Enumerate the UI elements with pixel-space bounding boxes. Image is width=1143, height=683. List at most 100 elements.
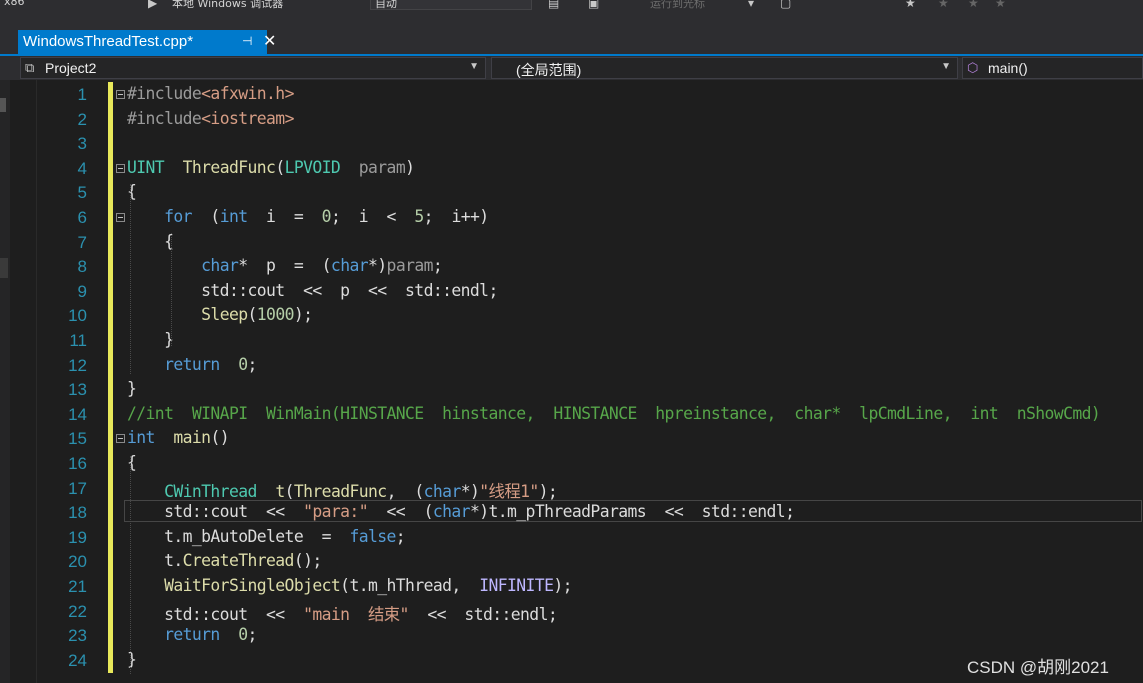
code-token: t. [127,551,183,571]
code-line[interactable]: 14 //int WINAPI WinMain(HINSTANCE hinstan… [10,401,1143,427]
line-number: 14 [68,404,87,424]
collapse-icon[interactable] [116,163,125,173]
change-indicator [108,303,113,329]
code-token: (t.m_hThread, [340,576,480,595]
line-number: 18 [68,503,87,523]
code-token: ( [284,481,295,501]
code-text: std::cout << "main 结束" << std::endl; [127,601,558,625]
run-to-cursor-label[interactable]: 运行到光标 [650,0,705,11]
code-line[interactable]: 6 for (int i = 0; i < 5; i++) [10,205,1143,230]
collapse-icon[interactable] [116,213,125,222]
code-line[interactable]: 17 CWinThread t(ThreadFunc, (char*)"线程1"… [10,475,1143,501]
change-indicator [108,131,113,157]
code-token: CreateThread [182,551,295,571]
code-editor[interactable]: 1 #include<afxwin.h> 2 #include<iostream> 3 4… [10,80,1143,683]
code-line[interactable]: 8 char* p = (char*)param; [10,254,1143,280]
tab-windowsthreadtest[interactable]: WindowsThreadTest.cpp* ⊣ ✕ [18,30,276,54]
code-token: int [127,428,155,448]
member-dropdown[interactable]: ⬡ main() [962,57,1143,79]
code-line[interactable]: 15 int main() [10,426,1143,452]
change-indicator [108,401,113,427]
chevron-down-icon: ▼ [469,61,479,72]
code-line[interactable]: 9 std::cout << p << std::endl; [10,278,1143,304]
change-indicator [108,451,113,476]
line-number: 10 [68,306,87,326]
code-line[interactable]: 16 { [10,451,1143,476]
code-token: *) [460,481,480,501]
code-token: *) [368,256,387,276]
change-indicator [108,574,113,599]
code-token: 0 [238,354,248,374]
code-token: ; i < [330,207,415,226]
code-line[interactable]: 5{ [10,180,1143,206]
line-number: 19 [68,527,87,547]
code-token: { [127,453,137,472]
code-token: std::cout << p << std::endl; [127,280,498,300]
code-line[interactable]: 4 UINT ThreadFunc(LPVOID param) [10,155,1143,181]
collapsed-panel-tab[interactable] [0,98,6,112]
bookmark-icon[interactable]: ★ [905,0,919,10]
code-token: #include [127,84,202,103]
tab-title: WindowsThreadTest.cpp* [23,33,194,50]
code-text: { [127,231,174,251]
code-token: ( [275,157,285,177]
change-indicator [108,500,113,526]
config-combo[interactable]: 自动 [370,0,532,10]
collapsed-panel-tab[interactable] [0,258,8,278]
scope-dropdown[interactable]: (全局范围) ▼ [491,57,958,79]
code-line[interactable]: 18 std::cout << "para:" << (char*)t.m_pT… [10,500,1143,526]
close-icon[interactable]: ✕ [263,31,276,50]
code-line[interactable]: 12 return 0; [10,352,1143,378]
bookmark-clear-icon[interactable]: ★ [995,0,1009,10]
code-text: Sleep(1000); [127,305,313,325]
code-token: t.m_bAutoDelete = [127,526,350,546]
pin-icon[interactable]: ⊣ [242,34,252,48]
code-line[interactable]: 23 return 0; [10,623,1143,649]
change-indicator [108,598,113,624]
dropdown-icon[interactable]: ▾ [748,0,762,10]
window-icon[interactable]: ▣ [588,0,602,10]
code-line[interactable]: 7 { [10,229,1143,255]
platform-label[interactable]: x86 [4,0,25,8]
code-line[interactable]: 1 #include<afxwin.h> [10,82,1143,107]
bookmark-prev-icon[interactable]: ★ [938,0,952,10]
code-token: ); [293,305,313,325]
line-number: 6 [77,208,87,227]
line-number: 7 [77,232,87,252]
code-line[interactable]: 10 Sleep(1000); [10,303,1143,329]
code-token: 1000 [256,305,295,325]
play-icon[interactable]: ▶ [148,0,162,10]
line-number: 12 [68,355,87,375]
code-text: t.CreateThread(); [127,551,322,570]
code-token: i = [247,207,322,226]
collapse-icon[interactable] [116,90,125,99]
code-text: UINT ThreadFunc(LPVOID param) [127,157,415,177]
code-token: param [386,256,434,276]
code-token: ); [553,576,572,595]
toolbar: x86 ▶ 本地 Windows 调试器 自动 ▤ ▣ 运行到光标 ▾ ▢ ★ … [0,0,1143,12]
bookmark-next-icon[interactable]: ★ [968,0,982,10]
collapse-icon[interactable] [116,434,125,444]
save-icon[interactable]: ▢ [780,0,794,10]
code-line[interactable]: 13} [10,377,1143,403]
change-indicator [108,106,113,132]
code-text: int main() [127,428,230,448]
find-icon[interactable]: ▤ [548,0,562,10]
code-line[interactable]: 19 t.m_bAutoDelete = false; [10,524,1143,550]
code-line[interactable]: 20 t.CreateThread(); [10,549,1143,575]
code-line[interactable]: 22 std::cout << "main 结束" << std::endl; [10,598,1143,625]
debugger-label[interactable]: 本地 Windows 调试器 [172,0,283,11]
code-line[interactable]: 2 #include<iostream> [10,106,1143,132]
project-dropdown[interactable]: ⧉ Project2 ▼ [20,57,486,79]
line-number: 4 [77,158,87,178]
code-token: ); [538,481,558,501]
code-token: INFINITE [479,576,554,595]
code-token: () [210,428,229,448]
line-number: 22 [68,601,87,621]
code-line[interactable]: 11 } [10,328,1143,353]
watermark: CSDN @胡刚2021 [967,658,1109,677]
code-line[interactable]: 3 [10,131,1143,157]
code-line[interactable]: 21 WaitForSingleObject(t.m_hThread, INFI… [10,574,1143,599]
code-token: char [423,481,462,501]
code-token: { [127,231,174,251]
